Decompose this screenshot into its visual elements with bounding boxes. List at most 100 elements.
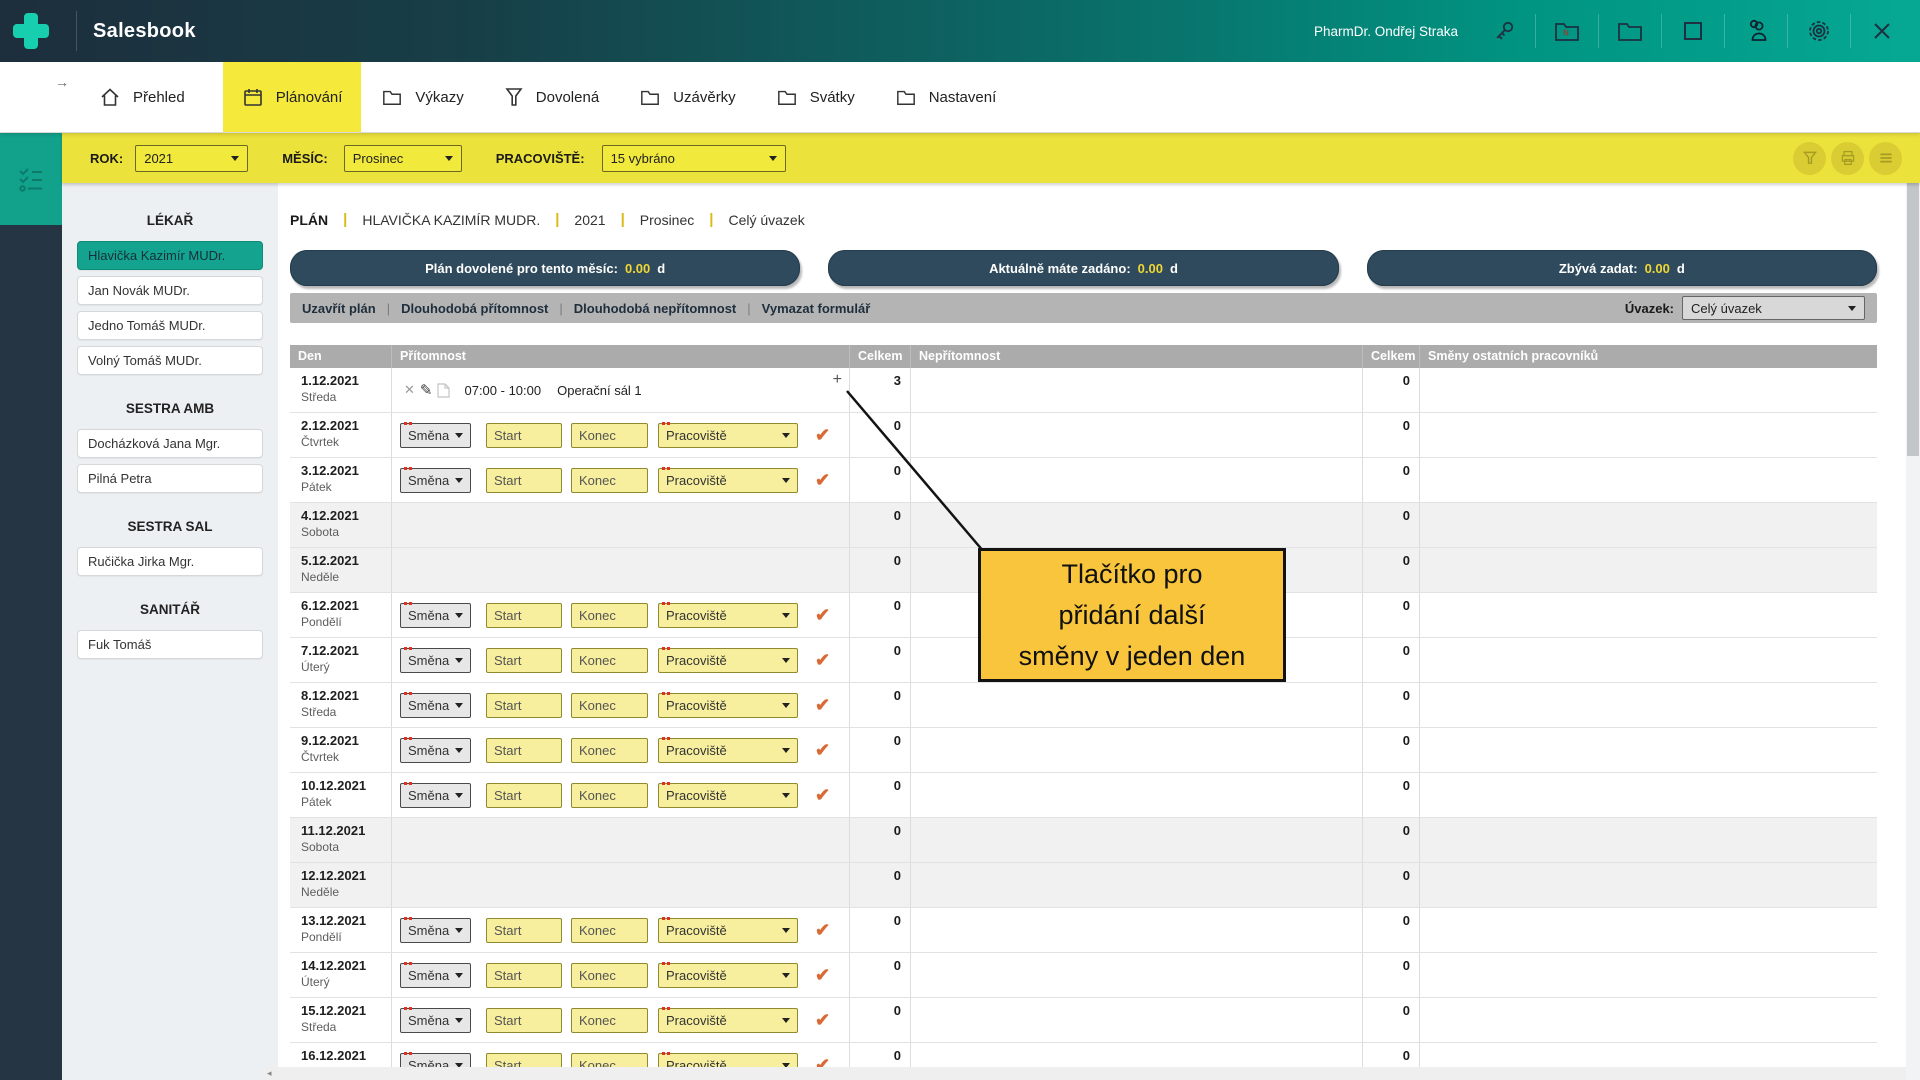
folder-n-icon[interactable]: N: [1547, 11, 1587, 51]
sidebar-item-staff[interactable]: Fuk Tomáš: [77, 630, 263, 659]
end-time-input[interactable]: [571, 648, 648, 673]
toolbar-link[interactable]: Dlouhodobá přítomnost: [401, 301, 548, 316]
pracoviste-select[interactable]: Pracoviště: [658, 648, 798, 673]
smena-select[interactable]: Směna: [400, 1008, 471, 1033]
end-time-input[interactable]: [571, 468, 648, 493]
print-button[interactable]: [1831, 142, 1864, 175]
pracoviste-select[interactable]: Pracoviště: [658, 738, 798, 763]
tab-planovani[interactable]: Plánování: [223, 62, 362, 132]
tab-nastaveni[interactable]: Nastavení: [893, 62, 999, 132]
confirm-shift-button[interactable]: ✔: [815, 920, 830, 941]
toolbar-link[interactable]: Dlouhodobá nepřítomnost: [574, 301, 736, 316]
pracoviste-select[interactable]: Pracoviště: [658, 1008, 798, 1033]
nepritomnost-cell: [911, 998, 1363, 1042]
confirm-shift-button[interactable]: ✔: [815, 425, 830, 446]
sidebar-item-staff[interactable]: Docházková Jana Mgr.: [77, 429, 263, 458]
start-time-input[interactable]: [486, 1008, 562, 1033]
start-time-input[interactable]: [486, 468, 562, 493]
start-time-input[interactable]: [486, 918, 562, 943]
key-icon[interactable]: [1484, 11, 1524, 51]
checklist-panel-button[interactable]: [0, 133, 62, 225]
end-time-input[interactable]: [571, 963, 648, 988]
toolbar-link[interactable]: Uzavřít plán: [302, 301, 376, 316]
users-icon[interactable]: [1736, 11, 1776, 51]
start-time-input[interactable]: [486, 648, 562, 673]
smena-select[interactable]: Směna: [400, 468, 471, 493]
smena-select[interactable]: Směna: [400, 918, 471, 943]
pracoviste-select[interactable]: Pracoviště: [658, 423, 798, 448]
tab-prehled[interactable]: Přehled: [97, 62, 187, 132]
start-time-input[interactable]: [486, 783, 562, 808]
folder-icon[interactable]: [1610, 11, 1650, 51]
confirm-shift-button[interactable]: ✔: [815, 785, 830, 806]
pracoviste-select[interactable]: Pracoviště: [658, 603, 798, 628]
menu-button[interactable]: [1869, 142, 1902, 175]
tab-uzaverky[interactable]: Uzávěrky: [637, 62, 738, 132]
add-shift-button[interactable]: +: [831, 370, 844, 390]
end-time-input[interactable]: [571, 738, 648, 763]
start-time-input[interactable]: [486, 693, 562, 718]
gear-icon[interactable]: [1799, 11, 1839, 51]
start-time-input[interactable]: [486, 423, 562, 448]
tab-svatky[interactable]: Svátky: [774, 62, 857, 132]
uvazek-select[interactable]: Celý úvazek: [1682, 296, 1865, 320]
start-time-input[interactable]: [486, 738, 562, 763]
smena-select[interactable]: Směna: [400, 963, 471, 988]
pracoviste-select[interactable]: 15 vybráno: [602, 145, 786, 172]
celkem-pritomnost-value: 3: [850, 368, 911, 412]
back-arrow-icon[interactable]: →: [55, 74, 69, 90]
vertical-scrollbar[interactable]: [1906, 133, 1920, 1080]
annotation-callout: Tlačítko pro přidání další směny v jeden…: [978, 548, 1286, 682]
pracoviste-select[interactable]: Pracoviště: [658, 963, 798, 988]
smena-select[interactable]: Směna: [400, 603, 471, 628]
tab-vykazy[interactable]: Výkazy: [379, 62, 465, 132]
end-time-input[interactable]: [571, 423, 648, 448]
sidebar-item-staff[interactable]: Volný Tomáš MUDr.: [77, 346, 263, 375]
end-time-input[interactable]: [571, 1008, 648, 1033]
delete-shift-icon[interactable]: ✕: [404, 382, 415, 398]
note-document-icon[interactable]: [437, 383, 450, 398]
confirm-shift-button[interactable]: ✔: [815, 650, 830, 671]
vertical-scrollbar-thumb[interactable]: [1907, 136, 1919, 456]
pracoviste-select[interactable]: Pracoviště: [658, 783, 798, 808]
sidebar-item-staff[interactable]: Jan Novák MUDr.: [77, 276, 263, 305]
sidebar-item-staff[interactable]: Pilná Petra: [77, 464, 263, 493]
sidebar-item-staff[interactable]: Hlavička Kazimír MUDr.: [77, 241, 263, 270]
start-time-input[interactable]: [486, 603, 562, 628]
app-logo[interactable]: [0, 0, 62, 62]
start-time-input[interactable]: [486, 963, 562, 988]
sidebar-item-staff[interactable]: Jedno Tomáš MUDr.: [77, 311, 263, 340]
confirm-shift-button[interactable]: ✔: [815, 695, 830, 716]
day-date: 15.12.2021: [301, 1003, 391, 1018]
smena-select[interactable]: Směna: [400, 783, 471, 808]
window-icon[interactable]: [1673, 11, 1713, 51]
smena-select[interactable]: Směna: [400, 648, 471, 673]
end-time-input[interactable]: [571, 783, 648, 808]
pracoviste-select[interactable]: Pracoviště: [658, 468, 798, 493]
tab-dovolena[interactable]: Dovolená: [502, 62, 601, 132]
smena-select[interactable]: Směna: [400, 693, 471, 718]
end-time-input[interactable]: [571, 693, 648, 718]
scroll-left-arrow-icon[interactable]: ◂: [267, 1068, 272, 1079]
end-time-input[interactable]: [571, 603, 648, 628]
mesic-select[interactable]: Prosinec: [344, 145, 462, 172]
pracoviste-select[interactable]: Pracoviště: [658, 918, 798, 943]
smena-select[interactable]: Směna: [400, 738, 471, 763]
edit-shift-icon[interactable]: ✎: [420, 381, 433, 399]
confirm-shift-button[interactable]: ✔: [815, 470, 830, 491]
confirm-shift-button[interactable]: ✔: [815, 740, 830, 761]
confirm-shift-button[interactable]: ✔: [815, 605, 830, 626]
horizontal-scrollbar[interactable]: ◂: [262, 1067, 1906, 1080]
confirm-shift-button[interactable]: ✔: [815, 965, 830, 986]
confirm-shift-button[interactable]: ✔: [815, 1010, 830, 1031]
vacation-plan-pill: Plán dovolené pro tento měsíc: 0.00 d: [290, 250, 800, 286]
pracoviste-select[interactable]: Pracoviště: [658, 693, 798, 718]
smena-select[interactable]: Směna: [400, 423, 471, 448]
sidebar-item-staff[interactable]: Ručička Jirka Mgr.: [77, 547, 263, 576]
day-name: Pondělí: [301, 930, 391, 944]
end-time-input[interactable]: [571, 918, 648, 943]
toolbar-link[interactable]: Vymazat formulář: [762, 301, 871, 316]
rok-select[interactable]: 2021: [135, 145, 248, 172]
close-icon[interactable]: [1862, 11, 1902, 51]
filter-funnel-button[interactable]: [1793, 142, 1826, 175]
